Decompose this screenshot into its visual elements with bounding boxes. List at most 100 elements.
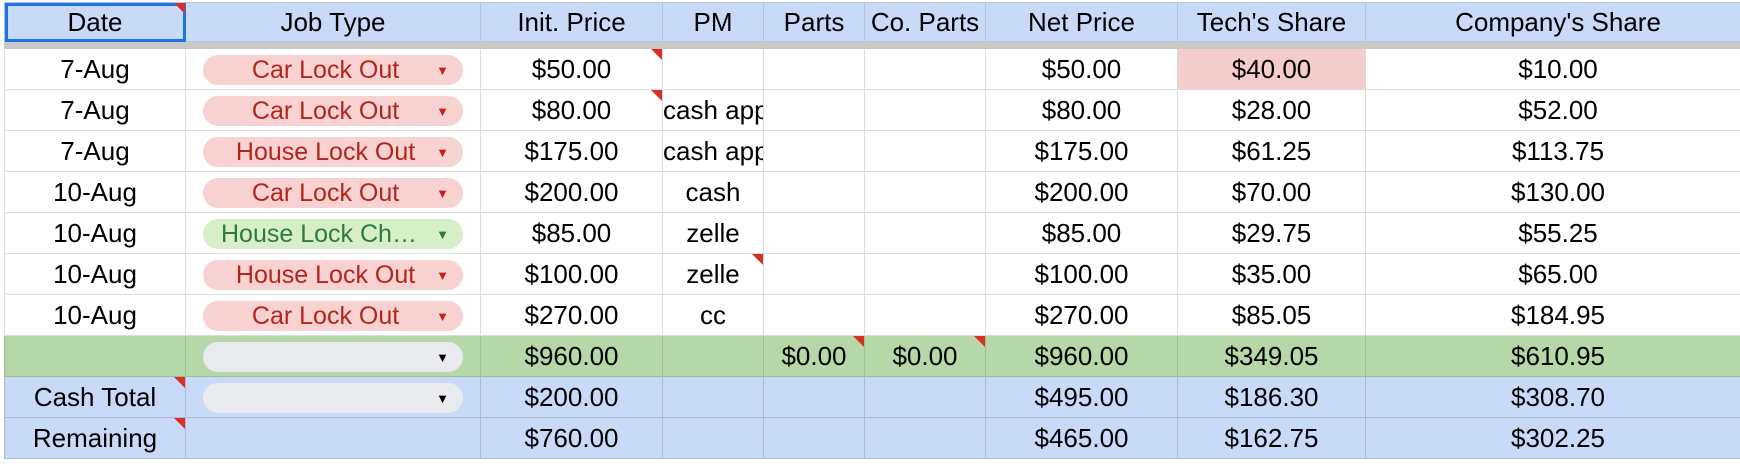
cash-total-pm-cell[interactable]: [662, 376, 764, 418]
remaining-init-price[interactable]: $760.00: [480, 417, 663, 459]
net-price-cell[interactable]: $100.00: [985, 253, 1178, 295]
triangle-down-icon[interactable]: ▼: [436, 309, 449, 324]
triangle-down-icon[interactable]: ▼: [436, 350, 449, 365]
parts-cell[interactable]: [763, 130, 865, 172]
remaining-co-parts-cell[interactable]: [864, 417, 986, 459]
header-co-parts[interactable]: Co. Parts: [864, 2, 986, 42]
job-type-cell[interactable]: Car Lock Out ▼: [185, 294, 481, 336]
net-price-cell[interactable]: $80.00: [985, 89, 1178, 131]
parts-cell[interactable]: [763, 89, 865, 131]
pm-cell[interactable]: zelle: [662, 212, 764, 254]
company-share-cell[interactable]: $55.25: [1365, 212, 1740, 254]
init-price-cell[interactable]: $175.00: [480, 130, 663, 172]
company-share-cell[interactable]: $113.75: [1365, 130, 1740, 172]
date-cell[interactable]: 10-Aug: [4, 171, 186, 213]
co-parts-cell[interactable]: [864, 48, 986, 90]
company-share-cell[interactable]: $10.00: [1365, 48, 1740, 90]
remaining-pm-cell[interactable]: [662, 417, 764, 459]
header-pm[interactable]: PM: [662, 2, 764, 42]
init-price-cell[interactable]: $85.00: [480, 212, 663, 254]
company-share-cell[interactable]: $65.00: [1365, 253, 1740, 295]
date-cell[interactable]: 10-Aug: [4, 253, 186, 295]
job-type-dropdown[interactable]: House Lock Cha… ▼: [203, 219, 463, 250]
triangle-down-icon[interactable]: ▼: [436, 145, 449, 160]
remaining-label[interactable]: Remaining: [4, 417, 186, 459]
date-cell[interactable]: 10-Aug: [4, 294, 186, 336]
cash-total-label[interactable]: Cash Total: [4, 376, 186, 418]
net-price-cell[interactable]: $270.00: [985, 294, 1178, 336]
parts-cell[interactable]: [763, 48, 865, 90]
pm-cell[interactable]: cash: [662, 171, 764, 213]
job-type-cell[interactable]: Car Lock Out ▼: [185, 171, 481, 213]
parts-cell[interactable]: [763, 294, 865, 336]
init-price-cell[interactable]: $50.00: [480, 48, 663, 90]
total-init-price[interactable]: $960.00: [480, 335, 663, 377]
total-company-share[interactable]: $610.95: [1365, 335, 1740, 377]
tech-share-cell[interactable]: $40.00: [1177, 48, 1366, 90]
triangle-down-icon[interactable]: ▼: [436, 186, 449, 201]
co-parts-cell[interactable]: [864, 171, 986, 213]
total-co-parts[interactable]: $0.00: [864, 335, 986, 377]
pm-cell[interactable]: [662, 48, 764, 90]
company-share-cell[interactable]: $184.95: [1365, 294, 1740, 336]
job-type-cell[interactable]: House Lock Cha… ▼: [185, 212, 481, 254]
job-type-cell[interactable]: House Lock Out ▼: [185, 130, 481, 172]
job-type-dropdown[interactable]: Car Lock Out ▼: [203, 178, 463, 209]
job-type-dropdown[interactable]: Car Lock Out ▼: [203, 55, 463, 86]
job-type-cell[interactable]: Car Lock Out ▼: [185, 89, 481, 131]
co-parts-cell[interactable]: [864, 212, 986, 254]
date-cell[interactable]: 7-Aug: [4, 48, 186, 90]
tech-share-cell[interactable]: $61.25: [1177, 130, 1366, 172]
remaining-job-type-cell[interactable]: [185, 417, 481, 459]
triangle-down-icon[interactable]: ▼: [436, 63, 449, 78]
header-company-share[interactable]: Company's Share: [1365, 2, 1740, 42]
total-tech-share[interactable]: $349.05: [1177, 335, 1366, 377]
tech-share-cell[interactable]: $35.00: [1177, 253, 1366, 295]
pm-cell[interactable]: cc: [662, 294, 764, 336]
remaining-tech-share[interactable]: $162.75: [1177, 417, 1366, 459]
tech-share-cell[interactable]: $85.05: [1177, 294, 1366, 336]
init-price-cell[interactable]: $270.00: [480, 294, 663, 336]
header-init-price[interactable]: Init. Price: [480, 2, 663, 42]
company-share-cell[interactable]: $130.00: [1365, 171, 1740, 213]
cash-total-dropdown[interactable]: ▼: [203, 383, 463, 414]
header-date[interactable]: Date: [4, 2, 186, 42]
remaining-net-price[interactable]: $465.00: [985, 417, 1178, 459]
init-price-cell[interactable]: $100.00: [480, 253, 663, 295]
pm-cell[interactable]: cash app: [662, 89, 764, 131]
net-price-cell[interactable]: $175.00: [985, 130, 1178, 172]
date-cell[interactable]: 7-Aug: [4, 130, 186, 172]
pm-cell[interactable]: zelle: [662, 253, 764, 295]
total-job-type-cell[interactable]: ▼: [185, 335, 481, 377]
parts-cell[interactable]: [763, 212, 865, 254]
cash-total-tech-share[interactable]: $186.30: [1177, 376, 1366, 418]
job-type-cell[interactable]: Car Lock Out ▼: [185, 48, 481, 90]
header-tech-share[interactable]: Tech's Share: [1177, 2, 1366, 42]
remaining-company-share[interactable]: $302.25: [1365, 417, 1740, 459]
tech-share-cell[interactable]: $70.00: [1177, 171, 1366, 213]
co-parts-cell[interactable]: [864, 294, 986, 336]
cash-total-co-parts-cell[interactable]: [864, 376, 986, 418]
header-parts[interactable]: Parts: [763, 2, 865, 42]
job-type-dropdown[interactable]: House Lock Out ▼: [203, 137, 463, 168]
header-job-type[interactable]: Job Type: [185, 2, 481, 42]
total-date-cell[interactable]: [4, 335, 186, 377]
init-price-cell[interactable]: $200.00: [480, 171, 663, 213]
co-parts-cell[interactable]: [864, 89, 986, 131]
job-type-dropdown[interactable]: Car Lock Out ▼: [203, 96, 463, 127]
tech-share-cell[interactable]: $29.75: [1177, 212, 1366, 254]
pm-cell[interactable]: cash app: [662, 130, 764, 172]
triangle-down-icon[interactable]: ▼: [436, 227, 449, 242]
co-parts-cell[interactable]: [864, 130, 986, 172]
date-cell[interactable]: 10-Aug: [4, 212, 186, 254]
cash-total-company-share[interactable]: $308.70: [1365, 376, 1740, 418]
total-net-price[interactable]: $960.00: [985, 335, 1178, 377]
frozen-row-divider[interactable]: [4, 41, 1740, 49]
company-share-cell[interactable]: $52.00: [1365, 89, 1740, 131]
job-type-filter-dropdown[interactable]: ▼: [203, 342, 463, 373]
parts-cell[interactable]: [763, 171, 865, 213]
triangle-down-icon[interactable]: ▼: [436, 104, 449, 119]
triangle-down-icon[interactable]: ▼: [436, 391, 449, 406]
cash-total-net-price[interactable]: $495.00: [985, 376, 1178, 418]
init-price-cell[interactable]: $80.00: [480, 89, 663, 131]
